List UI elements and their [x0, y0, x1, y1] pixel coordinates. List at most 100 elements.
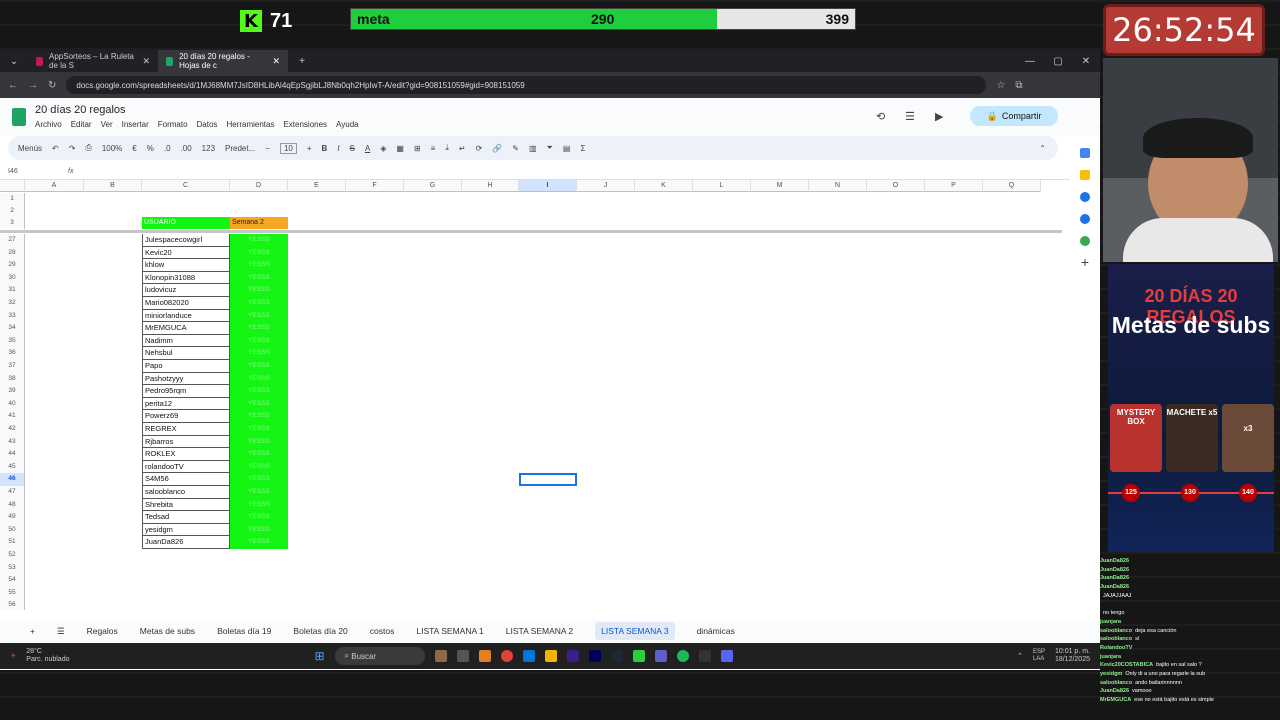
- add-sheet-icon[interactable]: +: [30, 626, 35, 636]
- back-icon[interactable]: ←: [8, 80, 18, 91]
- row-header[interactable]: 56: [0, 599, 25, 610]
- all-sheets-icon[interactable]: ☰: [57, 626, 65, 637]
- clock[interactable]: 10:01 p. m. 18/12/2025: [1055, 648, 1090, 664]
- row-header[interactable]: 31: [0, 284, 25, 297]
- windows-start-icon[interactable]: ⊞: [314, 649, 324, 663]
- rotate-icon[interactable]: ⟳: [476, 144, 483, 153]
- username-cell[interactable]: Pashotzyyy: [142, 372, 230, 386]
- redo-icon[interactable]: ↷: [69, 144, 76, 153]
- merge-icon[interactable]: ⊞: [414, 144, 421, 153]
- percent-button[interactable]: %: [147, 144, 154, 153]
- username-cell[interactable]: yesidgm: [142, 523, 230, 537]
- username-cell[interactable]: Shrebita: [142, 498, 230, 512]
- borders-icon[interactable]: ▦: [396, 144, 404, 153]
- comments-icon[interactable]: ☰: [905, 110, 915, 123]
- status-cell[interactable]: YESSS: [230, 246, 288, 260]
- status-cell[interactable]: YESSS: [230, 385, 288, 398]
- filter-icon[interactable]: ⏷: [547, 143, 553, 153]
- menu-item[interactable]: Herramientas: [226, 120, 274, 129]
- status-cell[interactable]: YESSS: [230, 284, 288, 297]
- sheet-tab[interactable]: dinámicas: [697, 626, 735, 636]
- steam-icon[interactable]: [610, 650, 623, 662]
- taskbar-app-icon[interactable]: [478, 650, 491, 662]
- row-header[interactable]: 43: [0, 435, 25, 449]
- print-icon[interactable]: ⎙: [85, 143, 91, 153]
- username-cell[interactable]: ludovicuz: [142, 284, 230, 297]
- menu-item[interactable]: Insertar: [122, 120, 149, 129]
- new-tab-icon[interactable]: +: [288, 56, 316, 67]
- bookmark-star-icon[interactable]: ☆: [996, 80, 1005, 91]
- reload-icon[interactable]: ↻: [48, 80, 56, 91]
- row-header[interactable]: 2: [0, 205, 25, 217]
- calendar-icon[interactable]: [1080, 148, 1090, 158]
- row-header[interactable]: 33: [0, 309, 25, 323]
- column-header[interactable]: N: [809, 180, 867, 192]
- row-header[interactable]: 47: [0, 486, 25, 499]
- weather-widget[interactable]: 28°C Parc. nublado: [26, 648, 69, 664]
- status-cell[interactable]: YESSS: [230, 410, 288, 423]
- status-cell[interactable]: YESSS: [230, 297, 288, 310]
- menu-item[interactable]: Ayuda: [336, 120, 359, 129]
- column-header[interactable]: D: [230, 180, 288, 192]
- premiere-icon[interactable]: [566, 650, 579, 662]
- column-header[interactable]: C: [142, 180, 230, 192]
- username-cell[interactable]: JuanDa826: [142, 536, 230, 549]
- tab-list-icon[interactable]: ⌄: [0, 56, 28, 67]
- column-header[interactable]: K: [635, 180, 693, 192]
- close-tab-icon[interactable]: ✕: [272, 56, 280, 67]
- column-header[interactable]: H: [462, 180, 519, 192]
- chart-icon[interactable]: ▥: [529, 144, 537, 153]
- forward-icon[interactable]: →: [28, 80, 38, 91]
- font-size-minus[interactable]: −: [265, 144, 270, 153]
- username-cell[interactable]: Pedro95rqm: [142, 385, 230, 398]
- column-header[interactable]: O: [867, 180, 925, 192]
- username-cell[interactable]: Nehsbul: [142, 347, 230, 360]
- font-select[interactable]: Predet...: [225, 144, 255, 153]
- status-cell[interactable]: YESSS: [230, 511, 288, 524]
- status-cell[interactable]: YESSS: [230, 498, 288, 512]
- status-cell[interactable]: YESSS: [230, 271, 288, 285]
- status-cell[interactable]: YESSS: [230, 448, 288, 461]
- row-header[interactable]: 1: [0, 193, 25, 205]
- username-cell[interactable]: salooblanco: [142, 486, 230, 499]
- menu-item[interactable]: Datos: [197, 120, 218, 129]
- row-header[interactable]: 35: [0, 334, 25, 348]
- column-header[interactable]: F: [346, 180, 404, 192]
- menu-item[interactable]: Extensiones: [283, 120, 327, 129]
- row-header[interactable]: 49: [0, 511, 25, 524]
- teams-icon[interactable]: [654, 650, 667, 662]
- comment-icon[interactable]: ✎: [512, 144, 519, 153]
- extensions-icon[interactable]: ⧉: [1015, 80, 1022, 91]
- chrome-icon[interactable]: [500, 650, 513, 662]
- username-cell[interactable]: REGREX: [142, 423, 230, 436]
- username-cell[interactable]: Papo: [142, 360, 230, 373]
- username-cell[interactable]: Tedsad: [142, 511, 230, 524]
- italic-button[interactable]: I: [337, 144, 339, 153]
- close-tab-icon[interactable]: ✕: [142, 56, 150, 67]
- sheet-tab[interactable]: Regalos: [87, 626, 118, 636]
- sheet-tab[interactable]: Boletas día 20: [293, 626, 347, 636]
- wrap-icon[interactable]: ↵: [459, 144, 466, 153]
- row-header[interactable]: 3: [0, 217, 25, 229]
- status-cell[interactable]: YESSS: [230, 334, 288, 348]
- taskbar-app-icon[interactable]: [434, 650, 447, 662]
- collapse-toolbar-icon[interactable]: ⌃: [1039, 144, 1046, 153]
- align-icon[interactable]: ≡: [431, 144, 436, 153]
- browser-tab-appsorteos[interactable]: AppSorteos – La Ruleta de la S ✕: [28, 50, 158, 72]
- column-header[interactable]: G: [404, 180, 462, 192]
- contacts-icon[interactable]: [1080, 214, 1090, 224]
- currency-button[interactable]: €: [132, 144, 136, 153]
- status-cell[interactable]: YESSS: [230, 360, 288, 373]
- url-field[interactable]: docs.google.com/spreadsheets/d/1MJ68MM7J…: [66, 76, 987, 94]
- column-header[interactable]: A: [25, 180, 84, 192]
- status-cell[interactable]: YESSS: [230, 473, 288, 486]
- status-cell[interactable]: YESSS: [230, 347, 288, 360]
- lang-indicator[interactable]: ESP LAA: [1033, 649, 1045, 663]
- status-cell[interactable]: YESSS: [230, 423, 288, 436]
- row-header[interactable]: 44: [0, 448, 25, 461]
- status-cell[interactable]: YESSS: [230, 435, 288, 449]
- share-button[interactable]: 🔒 Compartir: [970, 106, 1058, 126]
- font-size-field[interactable]: 10: [279, 142, 297, 154]
- status-cell[interactable]: YESSS: [230, 536, 288, 549]
- status-cell[interactable]: YESSS: [230, 322, 288, 335]
